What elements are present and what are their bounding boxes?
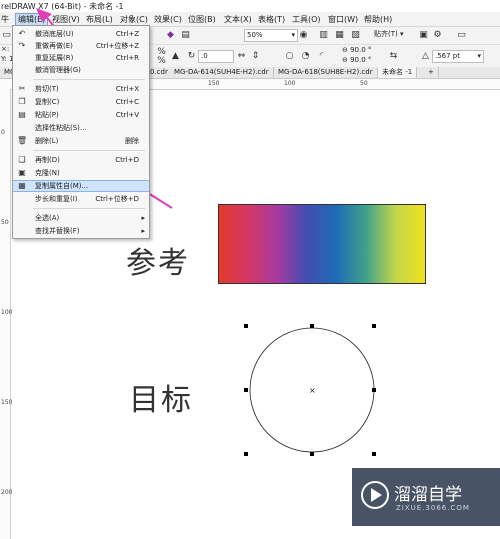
redo-icon: ↷ [18, 41, 26, 50]
menu-item-cut[interactable]: ✂ 剪切(T) Ctrl+X [13, 83, 149, 95]
paste-icon: ▤ [18, 110, 26, 119]
menu-item-redo[interactable]: ↷ 重做再做(E) Ctrl+位移+Z [13, 40, 149, 52]
selection-handle[interactable] [310, 452, 314, 456]
edit-menu-dropdown: ↶ 撤消底层(U) Ctrl+Z ↷ 重做再做(E) Ctrl+位移+Z 重复延… [12, 25, 150, 239]
watermark-title: 溜溜自学 [394, 485, 462, 505]
menu-separator [33, 150, 145, 151]
menu-item-undo[interactable]: ↶ 撤消底层(U) Ctrl+Z [13, 28, 149, 40]
menu-item-find-replace[interactable]: 查找并替换(F) ▸ [13, 225, 149, 237]
copy-properties-icon: ▦ [18, 181, 26, 190]
menu-item-copy[interactable]: ❐ 复制(C) Ctrl+C [13, 96, 149, 108]
selection-handle[interactable] [244, 452, 248, 456]
selection-handle[interactable] [372, 324, 376, 328]
copy-icon: ❐ [18, 97, 26, 106]
selection-handle[interactable] [372, 452, 376, 456]
delete-icon: 🗑 [17, 136, 28, 145]
menu-item-paste-special[interactable]: 选择性粘贴(S)... [13, 122, 149, 134]
play-logo-icon [361, 481, 389, 509]
menu-separator [33, 79, 145, 80]
chevron-right-icon: ▸ [141, 214, 145, 222]
chevron-right-icon: ▸ [141, 227, 145, 235]
menu-item-paste[interactable]: ▤ 粘贴(P) Ctrl+V [13, 109, 149, 121]
cut-icon: ✂ [18, 84, 26, 93]
menu-item-step-and-repeat[interactable]: 步长和重复(I) Ctrl+位移+D [13, 193, 149, 205]
duplicate-icon: ❑ [18, 155, 26, 164]
selection-handle[interactable] [244, 324, 248, 328]
watermark-logo: 溜溜自学 ZIXUE.3066.COM [352, 468, 500, 526]
menu-separator [33, 208, 145, 209]
selection-handle[interactable] [244, 388, 248, 392]
menu-item-delete[interactable]: 🗑 删除(L) 删除 [13, 135, 149, 147]
undo-icon: ↶ [18, 29, 26, 38]
center-mark-icon: × [309, 386, 316, 395]
menu-item-undo-manager[interactable]: 撤消管理器(G) [13, 64, 149, 76]
menu-item-clone[interactable]: ▣ 克隆(N) [13, 167, 149, 179]
clone-icon: ▣ [18, 168, 26, 177]
menu-item-duplicate[interactable]: ❑ 再制(D) Ctrl+D [13, 154, 149, 166]
menu-item-repeat[interactable]: 重复延展(R) Ctrl+R [13, 52, 149, 64]
watermark-url: ZIXUE.3066.COM [396, 504, 470, 512]
selection-handle[interactable] [372, 388, 376, 392]
menu-item-select-all[interactable]: 全选(A) ▸ [13, 212, 149, 224]
selection-handle[interactable] [310, 324, 314, 328]
menu-item-copy-properties-from[interactable]: ▦ 复制属性自(M)... [13, 180, 149, 192]
